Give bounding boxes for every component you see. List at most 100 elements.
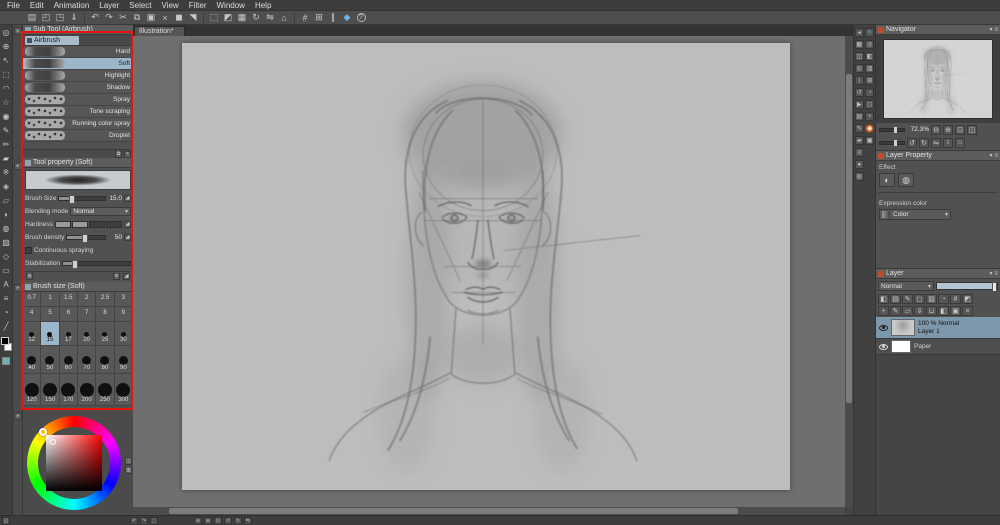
figure-tool-icon[interactable]: ◇ xyxy=(1,251,12,262)
brush-size-cell[interactable]: 40 xyxy=(23,346,41,374)
open-file-icon[interactable]: ◰ xyxy=(40,12,52,24)
panel-edge-button[interactable]: ▸ xyxy=(14,412,22,420)
object-tool-icon[interactable]: ↖ xyxy=(1,55,12,66)
navigator-zoom-slider[interactable] xyxy=(879,128,905,132)
subtool-panel-icon[interactable]: ▰ xyxy=(855,136,864,145)
panel-menu-icon[interactable]: ≡ xyxy=(994,271,998,277)
copy-subtool-button[interactable]: ⧉ xyxy=(115,151,122,158)
apply-mask-button[interactable]: ▣ xyxy=(950,306,961,316)
layer-search-panel-icon[interactable]: ⊞ xyxy=(865,76,874,85)
snap-to-grid-icon[interactable]: ⊞ xyxy=(313,12,325,24)
panel-menu-icon[interactable]: ≡ xyxy=(994,27,998,33)
brush-density-dynamics-button[interactable] xyxy=(124,234,131,241)
color-swatches[interactable] xyxy=(1,337,12,351)
brush-size-cell[interactable]: 8 xyxy=(96,307,114,322)
undo-icon[interactable]: ↶ xyxy=(89,12,101,24)
brush-size-cell[interactable]: 12 xyxy=(23,322,41,346)
material-panel-icon[interactable]: ◫ xyxy=(855,52,864,61)
color-mixing-icon[interactable]: ◆ xyxy=(341,12,353,24)
brush-size-cell[interactable]: 0.7 xyxy=(23,292,41,307)
layer-thumbnail[interactable] xyxy=(891,319,915,336)
subtool-item-running-color-spray[interactable]: Running color spray xyxy=(23,118,133,130)
decoration-tool-icon[interactable]: ◈ xyxy=(1,181,12,192)
menu-item[interactable]: Select xyxy=(124,0,156,11)
subtool-item-hard[interactable]: Hard xyxy=(23,46,133,58)
navigator-thumbnail[interactable] xyxy=(883,39,993,119)
brush-size-cell[interactable]: 70 xyxy=(78,346,96,374)
status-rotate-left-icon[interactable]: ↺ xyxy=(224,517,232,525)
palette-color-button[interactable]: ◧ xyxy=(878,294,889,304)
new-raster-layer-button[interactable]: + xyxy=(878,306,889,316)
clip-studio-icon[interactable]: ◉ xyxy=(865,124,874,133)
paper-thumbnail[interactable] xyxy=(891,340,911,353)
subtool-item-tone-scraping[interactable]: Tone scraping xyxy=(23,106,133,118)
brush-density-slider[interactable] xyxy=(66,235,106,240)
brush-size-cell[interactable]: 80 xyxy=(96,346,114,374)
menu-item[interactable]: Animation xyxy=(49,0,95,11)
horizontal-scrollbar[interactable] xyxy=(133,507,845,515)
menu-item[interactable]: Filter xyxy=(184,0,212,11)
blend-mode-select[interactable]: Normal xyxy=(878,281,934,291)
status-flip-icon[interactable]: ⇋ xyxy=(244,517,252,525)
copy-icon[interactable]: ⧉ xyxy=(131,12,143,24)
brush-size-slider[interactable] xyxy=(58,196,106,201)
brush-size-panel-header[interactable]: Brush size (Soft) xyxy=(23,282,133,292)
hardness-segmented-control[interactable] xyxy=(55,221,122,228)
paste-icon[interactable]: ▣ xyxy=(145,12,157,24)
panel-edge-button[interactable]: ▸ xyxy=(14,284,22,292)
menu-item[interactable]: Window xyxy=(212,0,250,11)
panel-menu-icon[interactable]: ≡ xyxy=(994,153,998,159)
flip-horizontal-button[interactable]: ⇋ xyxy=(931,138,941,148)
register-settings-button[interactable]: ⊞ xyxy=(26,273,33,280)
foreground-color-swatch[interactable] xyxy=(1,337,9,345)
brush-size-cell[interactable]: 1 xyxy=(41,292,59,307)
brush-size-cell[interactable]: 20 xyxy=(78,322,96,346)
snap-to-ruler-icon[interactable]: # xyxy=(299,12,311,24)
create-mask-button[interactable]: ◧ xyxy=(938,306,949,316)
zoom-in-button[interactable]: ⊕ xyxy=(943,125,953,135)
lock-transparent-button[interactable]: ▨ xyxy=(926,294,937,304)
tool-property-panel-icon[interactable]: ≡ xyxy=(855,148,864,157)
wrench-button[interactable]: ⚙ xyxy=(113,273,120,280)
snap-to-guide-icon[interactable]: ∥ xyxy=(327,12,339,24)
status-fit-icon[interactable]: ⊡ xyxy=(214,517,222,525)
stabilization-slider[interactable] xyxy=(62,261,131,266)
navigator-header[interactable]: Navigator ▾ ≡ xyxy=(876,25,1000,35)
brush-tool-icon[interactable]: ▰ xyxy=(1,153,12,164)
new-folder-button[interactable]: ▱ xyxy=(902,306,913,316)
process-status-icon[interactable]: ◱ xyxy=(2,517,10,525)
text-tool-icon[interactable]: A xyxy=(1,279,12,290)
layer-strip-panel-icon[interactable]: ▥ xyxy=(865,64,874,73)
saturation-value-square[interactable] xyxy=(46,435,102,491)
eyedropper-tool-icon[interactable]: ◉ xyxy=(1,111,12,122)
subtool-item-soft[interactable]: Soft xyxy=(23,58,133,70)
blend-tool-icon[interactable]: ◗ xyxy=(1,209,12,220)
sub-view-panel-icon[interactable]: ◎ xyxy=(865,40,874,49)
timeline-panel-icon[interactable]: ▤ xyxy=(855,112,864,121)
collapse-panel-icon[interactable]: ▾ xyxy=(989,270,992,277)
color-slider-mode-button[interactable]: ▥ xyxy=(125,467,132,474)
reset-view-icon[interactable]: ⌂ xyxy=(278,12,290,24)
new-canvas-icon[interactable]: ▤ xyxy=(26,12,38,24)
brush-size-cell[interactable]: 9 xyxy=(115,307,133,322)
layer-row-paper[interactable]: Paper xyxy=(876,339,1000,355)
brush-size-cell[interactable]: 3 xyxy=(115,292,133,307)
brush-size-cell[interactable]: 5 xyxy=(41,307,59,322)
add-panel-icon[interactable]: + xyxy=(865,112,874,121)
brush-size-cell[interactable]: 60 xyxy=(60,346,78,374)
canvas[interactable] xyxy=(182,43,790,490)
balloon-tool-icon[interactable]: ◔ xyxy=(1,307,12,318)
status-redo-icon[interactable]: ↷ xyxy=(140,517,148,525)
brush-density-value[interactable]: 50 xyxy=(108,234,122,241)
color-panel-icon[interactable]: ◍ xyxy=(855,172,864,181)
combine-to-lower-button[interactable]: ⊔ xyxy=(926,306,937,316)
actual-size-button[interactable]: ◫ xyxy=(967,125,977,135)
ruler-button[interactable]: # xyxy=(950,294,961,304)
invert-selection-icon[interactable]: ◩ xyxy=(222,12,234,24)
brush-size-dynamics-button[interactable] xyxy=(124,195,131,202)
brush-size-cell[interactable]: 150 xyxy=(41,374,59,406)
zoom-tool-icon[interactable]: ◎ xyxy=(1,27,12,38)
cut-icon[interactable]: ✂ xyxy=(117,12,129,24)
brush-size-cell[interactable]: 6 xyxy=(60,307,78,322)
brush-size-cell[interactable]: 15 xyxy=(41,322,59,346)
